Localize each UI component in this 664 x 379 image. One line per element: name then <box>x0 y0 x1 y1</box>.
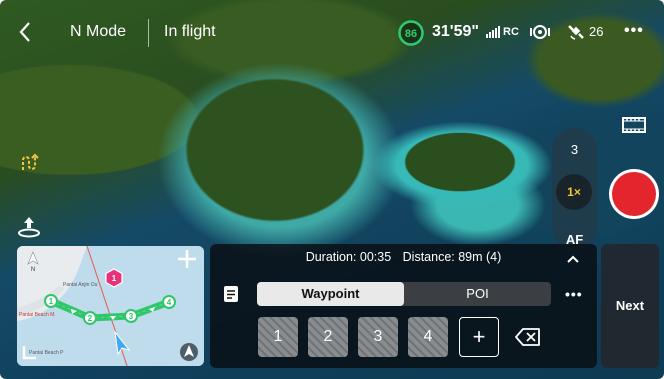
panel-more-icon[interactable]: ••• <box>565 286 583 302</box>
distance: Distance: 89m (4) <box>402 250 502 264</box>
battery-indicator[interactable]: 86 <box>397 19 425 47</box>
zoom-1x-button[interactable]: 1× <box>556 174 592 210</box>
mission-list-icon[interactable] <box>223 285 239 303</box>
record-button-core[interactable] <box>612 172 656 216</box>
waypoint-button-3[interactable]: 3 <box>358 317 398 357</box>
waypoint-button-2[interactable]: 2 <box>308 317 348 357</box>
delete-waypoint-icon[interactable] <box>515 328 541 346</box>
svg-text:N: N <box>31 267 35 273</box>
flight-route-icon[interactable] <box>18 152 40 174</box>
map-waypoint[interactable]: 2 <box>83 311 97 325</box>
svg-text:2: 2 <box>88 314 93 323</box>
flight-time: 31'59" <box>432 23 479 40</box>
more-menu-icon[interactable]: ••• <box>624 22 644 40</box>
chevron-up-icon[interactable] <box>566 251 580 263</box>
recenter-icon[interactable] <box>180 343 198 361</box>
rc-signal[interactable]: RC <box>486 26 519 38</box>
flight-status: In flight <box>164 23 216 40</box>
gnss-status[interactable]: 26 <box>567 22 603 40</box>
video-mode-icon[interactable] <box>622 116 646 134</box>
duration: Duration: 00:35 <box>305 250 392 264</box>
rc-label: RC <box>503 26 519 38</box>
back-icon[interactable] <box>18 21 40 43</box>
mode-tabs: Waypoint POI <box>257 282 551 306</box>
waypoint-button-4[interactable]: 4 <box>408 317 448 357</box>
mission-stats: Duration: 00:35 Distance: 89m (4) <box>210 250 597 264</box>
signal-bars-icon <box>486 26 500 38</box>
map-place-label: Pantai Anjin Ou <box>63 282 98 288</box>
next-button[interactable]: Next <box>601 244 659 368</box>
map-place-label: Pantai Beach P <box>29 350 64 356</box>
zoom-3x-button[interactable]: 3 <box>552 142 597 157</box>
add-waypoint-button[interactable]: + <box>459 317 499 357</box>
flight-view: N Mode In flight 86 31'59" RC 26 ••• 3 1… <box>0 0 664 379</box>
battery-percent: 86 <box>405 28 417 40</box>
map-waypoint[interactable]: 4 <box>162 295 176 309</box>
satellite-count: 26 <box>589 23 604 39</box>
flight-mode[interactable]: N Mode <box>70 23 126 41</box>
map-waypoint[interactable]: 3 <box>124 309 138 323</box>
satellite-icon <box>568 25 584 40</box>
map-place-label: Pantai Beach M. <box>19 312 56 318</box>
tab-poi[interactable]: POI <box>404 282 551 306</box>
svg-text:3: 3 <box>129 312 134 321</box>
auto-land-icon[interactable] <box>16 214 42 238</box>
tab-waypoint[interactable]: Waypoint <box>257 282 404 306</box>
svg-text:1: 1 <box>49 297 54 306</box>
waypoint-button-1[interactable]: 1 <box>258 317 298 357</box>
map-waypoint[interactable]: 1 <box>44 294 58 308</box>
map-poi-marker[interactable]: 1 <box>105 268 123 288</box>
obstacle-sensing-icon[interactable] <box>529 22 551 42</box>
divider <box>148 19 149 47</box>
svg-text:4: 4 <box>167 298 172 307</box>
svg-text:1: 1 <box>112 274 117 283</box>
mini-map[interactable]: Pantai Anjin Ou Pantai Beach M. Pantai B… <box>17 246 204 366</box>
